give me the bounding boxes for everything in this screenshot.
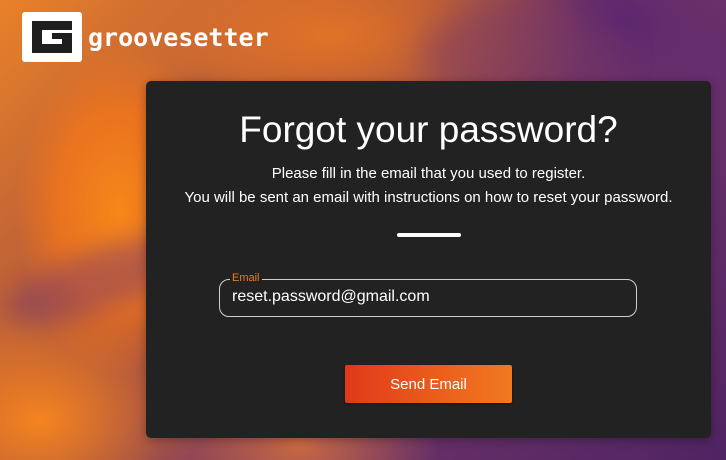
brand-name: groovesetter [88, 22, 269, 52]
forgot-password-card: Forgot your password? Please fill in the… [146, 81, 711, 438]
instructions-line-1: Please fill in the email that you used t… [271, 165, 586, 182]
g-logo-icon [22, 12, 82, 62]
brand-logo[interactable]: groovesetter [22, 12, 269, 62]
divider [397, 233, 461, 237]
email-input[interactable] [232, 288, 622, 306]
send-email-button[interactable]: Send Email [345, 365, 512, 403]
instructions-line-2: You will be sent an email with instructi… [184, 189, 673, 206]
email-field-label: Email [230, 272, 262, 285]
email-field[interactable]: Email [219, 272, 637, 317]
page-title: Forgot your password? [239, 109, 618, 150]
